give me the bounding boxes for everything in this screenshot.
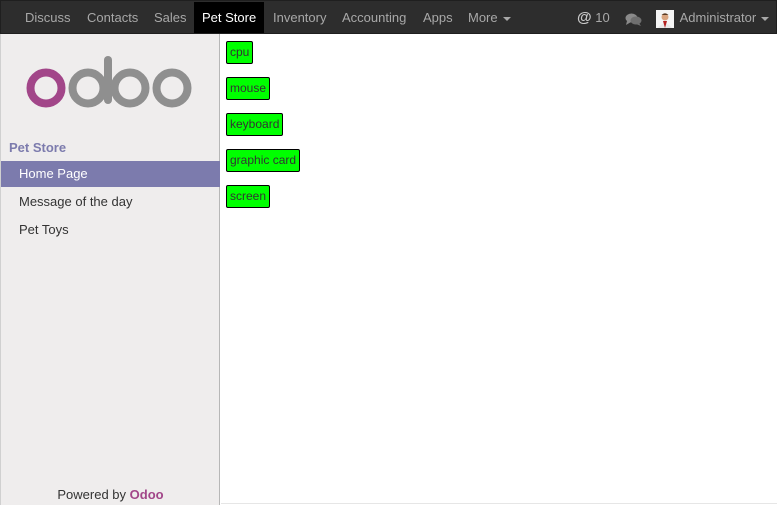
sidebar: Pet Store Home Page Message of the day P… [0,34,220,505]
chat-bubbles-icon [625,13,642,26]
divider [221,503,777,504]
chat-button[interactable] [625,2,642,33]
tag-graphic-card[interactable]: graphic card [226,149,301,172]
tag-mouse[interactable]: mouse [226,77,271,100]
tag-screen[interactable]: screen [226,185,271,208]
menu-contacts[interactable]: Contacts [87,2,138,33]
powered-by-text: Powered by [57,487,127,502]
menu-sales[interactable]: Sales [154,2,187,33]
menu-more-label: More [468,10,498,25]
sidebar-item-pet-toys[interactable]: Pet Toys [1,217,220,243]
sidebar-item-message-of-the-day[interactable]: Message of the day [1,189,220,215]
menu-accounting[interactable]: Accounting [342,2,406,33]
sidebar-item-home-page[interactable]: Home Page [1,161,220,187]
powered-by-footer: Powered by Odoo [1,487,220,502]
mentions-count: 10 [595,10,610,25]
top-navbar: Discuss Contacts Sales Pet Store Invento… [0,0,777,34]
mentions-button[interactable]: @ 10 [577,2,610,33]
odoo-logo [26,56,192,108]
menu-pet-store[interactable]: Pet Store [194,2,265,33]
odoo-link[interactable]: Odoo [130,487,164,502]
menu-inventory[interactable]: Inventory [273,2,326,33]
menu-discuss[interactable]: Discuss [25,2,71,33]
avatar [656,9,674,28]
main-content: cpu mouse keyboard graphic card screen [221,34,777,505]
tag-keyboard[interactable]: keyboard [226,113,284,136]
at-icon: @ [577,9,592,26]
menu-more[interactable]: More [468,2,511,33]
user-name: Administrator [679,10,757,25]
menu-apps[interactable]: Apps [423,2,453,33]
section-title: Pet Store [9,140,67,155]
user-menu[interactable]: Administrator [656,2,770,33]
chevron-down-icon [761,16,770,21]
chevron-down-icon [502,16,511,21]
tag-cpu[interactable]: cpu [226,41,254,64]
